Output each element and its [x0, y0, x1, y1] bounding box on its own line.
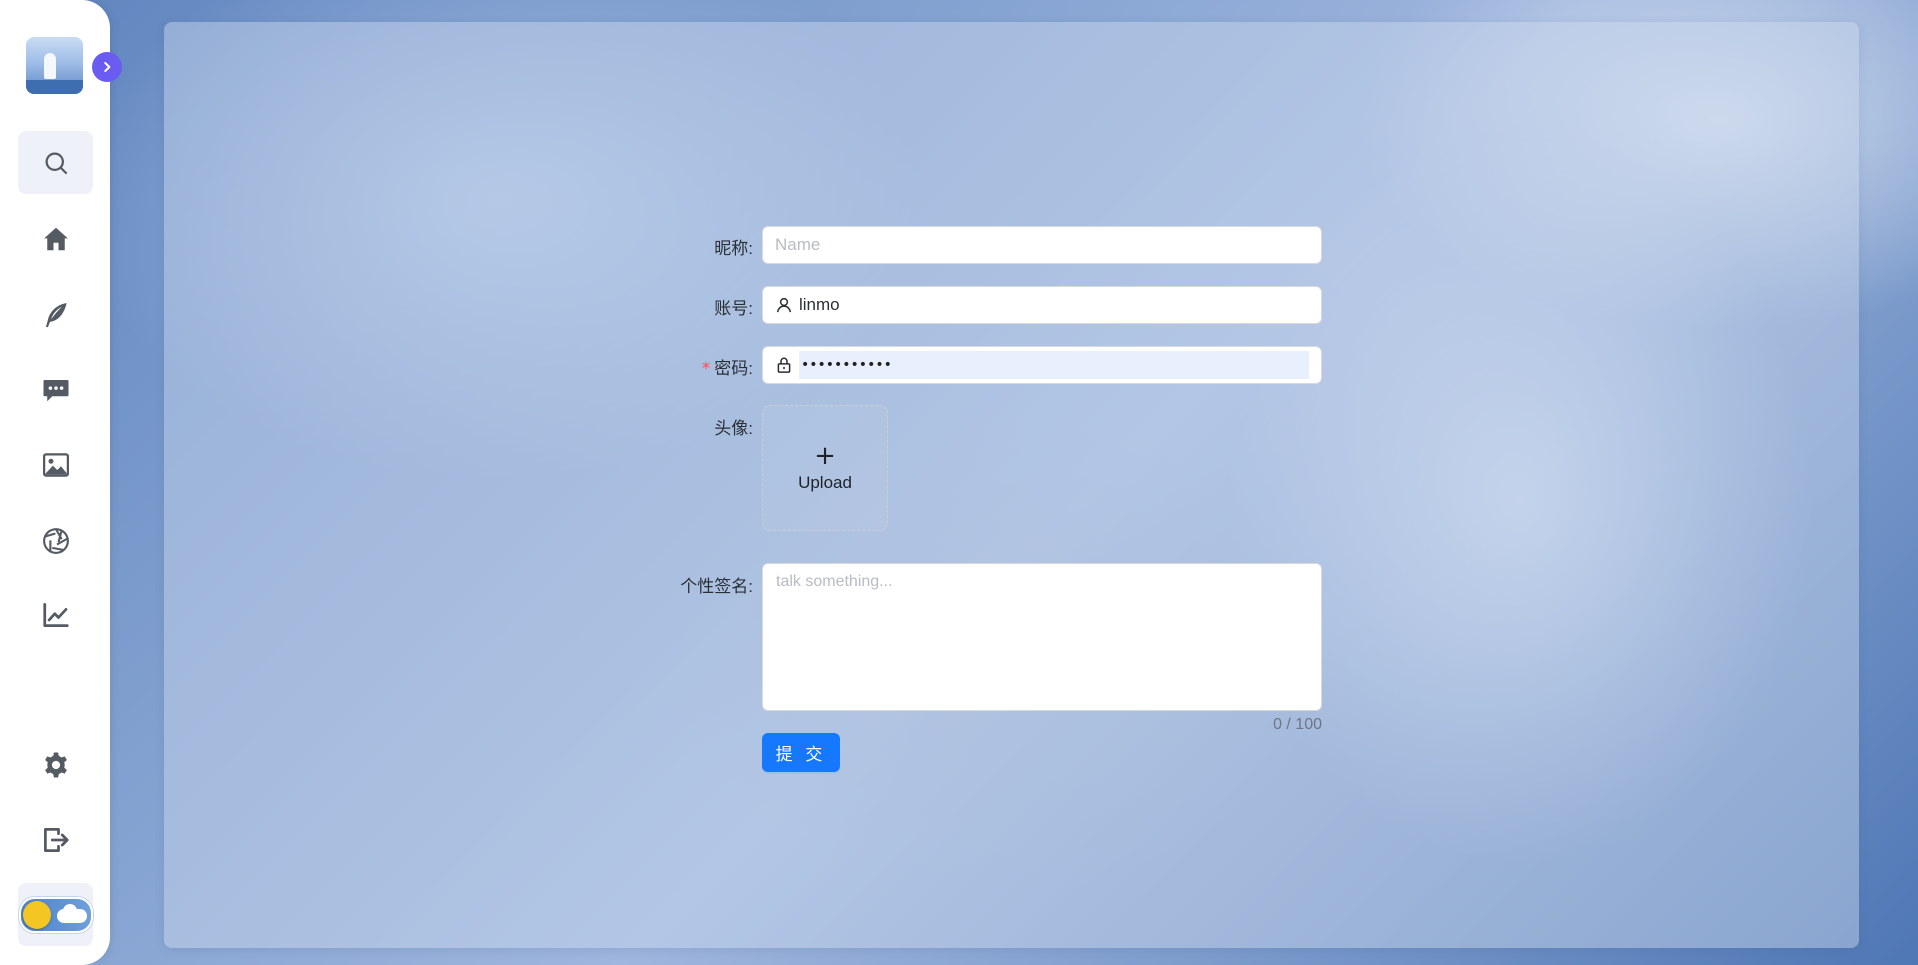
chart-line-icon — [42, 602, 69, 627]
sidebar-item-home[interactable] — [18, 207, 93, 270]
upload-label: Upload — [798, 473, 852, 492]
password-value: ••••••••••• — [799, 351, 1309, 379]
home-icon — [43, 227, 68, 250]
signature-counter: 0 / 100 — [1273, 716, 1322, 733]
sun-icon — [22, 900, 51, 929]
avatar-ground — [26, 80, 83, 94]
sidebar — [0, 0, 110, 965]
plus-icon: + — [814, 441, 836, 471]
image-icon — [42, 452, 69, 477]
feather-icon — [45, 302, 67, 327]
aperture-icon — [42, 527, 69, 554]
signature-placeholder: talk something... — [776, 573, 893, 590]
chevron-right-icon — [104, 61, 111, 73]
avatar-label: 头像: — [714, 419, 753, 438]
sidebar-item-logout[interactable] — [18, 808, 93, 871]
chat-icon — [43, 379, 68, 401]
account-label: 账号: — [714, 299, 753, 318]
avatar-upload[interactable]: + Upload — [762, 405, 888, 531]
account-input[interactable]: linmo — [762, 286, 1322, 324]
sidebar-item-gallery[interactable] — [18, 433, 93, 496]
nickname-input[interactable]: Name — [762, 226, 1322, 264]
avatar-figure — [44, 53, 56, 79]
avatar[interactable] — [26, 37, 83, 94]
sidebar-item-write[interactable] — [18, 283, 93, 346]
theme-toggle[interactable] — [18, 883, 93, 946]
nickname-label: 昵称: — [714, 239, 753, 258]
sidebar-item-camera[interactable] — [18, 509, 93, 572]
sidebar-item-messages[interactable] — [18, 358, 93, 421]
gear-icon — [44, 752, 67, 777]
sidebar-item-settings[interactable] — [18, 733, 93, 796]
search-icon — [45, 152, 67, 174]
nickname-placeholder: Name — [775, 235, 821, 254]
cloud-icon — [56, 908, 87, 923]
password-label: * 密码: — [620, 354, 753, 379]
sidebar-expand-button[interactable] — [92, 52, 122, 82]
lock-icon — [777, 357, 791, 373]
account-value: linmo — [799, 295, 840, 314]
logout-icon — [43, 827, 69, 852]
password-input[interactable]: ••••••••••• — [762, 346, 1322, 384]
main-panel — [164, 22, 1859, 948]
user-icon — [776, 297, 792, 313]
signature-label: 个性签名: — [680, 577, 753, 596]
signature-textarea[interactable]: talk something... — [762, 563, 1322, 711]
submit-button[interactable]: 提 交 — [762, 733, 840, 772]
required-mark: * — [701, 359, 711, 379]
sidebar-item-stats[interactable] — [18, 583, 93, 646]
sidebar-item-search[interactable] — [18, 131, 93, 194]
password-label-text: 密码: — [714, 359, 753, 378]
theme-toggle-track — [18, 896, 93, 933]
